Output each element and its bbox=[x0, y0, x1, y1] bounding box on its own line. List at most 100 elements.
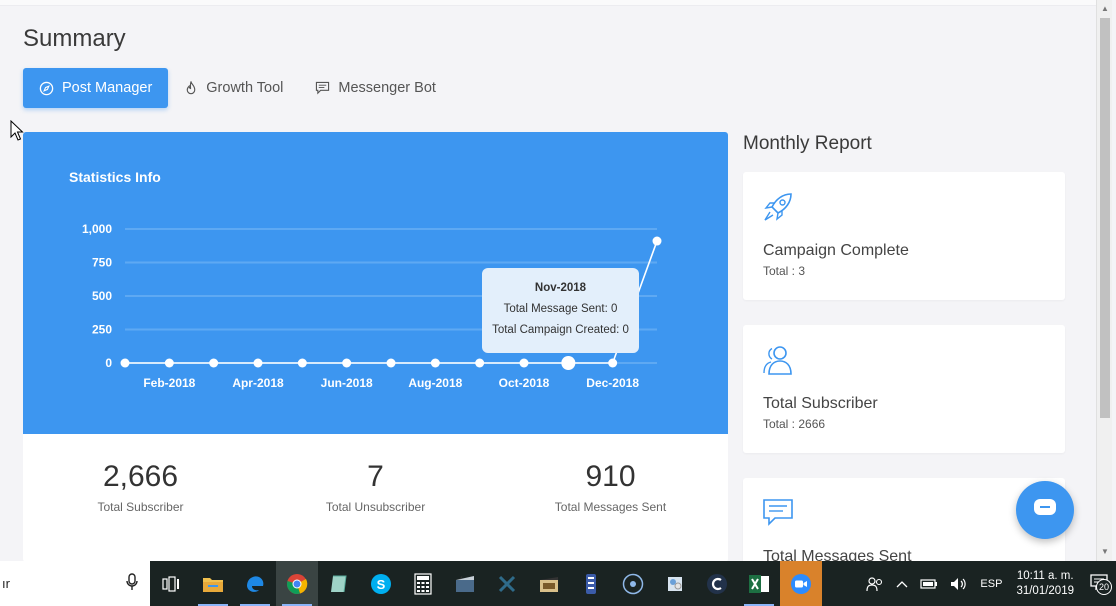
taskbar-apps: S bbox=[150, 561, 822, 606]
circle-app-icon[interactable] bbox=[612, 561, 654, 606]
total-value: 7 bbox=[367, 460, 384, 493]
campaign-complete-card[interactable]: Campaign Complete Total : 3 bbox=[743, 172, 1065, 300]
card-sub: Total : 2666 bbox=[763, 417, 826, 431]
language-indicator[interactable]: ESP bbox=[980, 578, 1002, 590]
total-subscriber-card[interactable]: Total Subscriber Total : 2666 bbox=[743, 325, 1065, 453]
data-point bbox=[297, 358, 307, 368]
total-subscriber: 2,666 Total Subscriber bbox=[23, 434, 258, 562]
battery-icon[interactable] bbox=[920, 578, 938, 590]
card-name: Total Subscriber bbox=[763, 395, 878, 412]
calculator-icon[interactable] bbox=[402, 561, 444, 606]
flame-icon bbox=[184, 80, 198, 96]
tab-bar: Post Manager Growth Tool Messenger Bot bbox=[23, 68, 452, 108]
data-point bbox=[120, 358, 130, 368]
file-explorer-icon[interactable] bbox=[192, 561, 234, 606]
tooltip-title: Nov-2018 bbox=[534, 282, 587, 294]
scroll-up-icon[interactable]: ▲ bbox=[1101, 4, 1109, 13]
volume-icon[interactable] bbox=[950, 577, 968, 591]
excel-icon[interactable] bbox=[738, 561, 780, 606]
edge-icon[interactable] bbox=[234, 561, 276, 606]
tab-messenger-bot[interactable]: Messenger Bot bbox=[299, 68, 452, 108]
search-text: ır bbox=[2, 576, 10, 591]
chat-button[interactable] bbox=[1016, 481, 1074, 539]
y-tick-label: 250 bbox=[92, 323, 112, 337]
data-point bbox=[430, 358, 440, 368]
tab-label: Post Manager bbox=[62, 80, 153, 96]
x-tick-label: Jun-2018 bbox=[321, 376, 373, 390]
scrollbar-thumb[interactable] bbox=[1100, 18, 1110, 418]
card-name: Campaign Complete bbox=[763, 242, 909, 259]
skype-icon[interactable]: S bbox=[360, 561, 402, 606]
totals-row: 2,666 Total Subscriber 7 Total Unsubscri… bbox=[23, 434, 728, 562]
tab-label: Growth Tool bbox=[206, 80, 284, 96]
film-icon[interactable] bbox=[528, 561, 570, 606]
total-value: 2,666 bbox=[102, 460, 179, 493]
tab-label: Messenger Bot bbox=[338, 80, 436, 96]
vertical-scrollbar[interactable]: ▲ ▼ bbox=[1096, 0, 1112, 561]
top-strip bbox=[0, 0, 1096, 6]
data-point bbox=[561, 356, 576, 370]
x-app-icon[interactable] bbox=[486, 561, 528, 606]
chat-icon bbox=[1032, 497, 1058, 524]
page-title: Summary bbox=[23, 25, 126, 52]
x-tick-label: Oct-2018 bbox=[499, 376, 550, 390]
zoom-icon[interactable] bbox=[780, 561, 822, 606]
data-point bbox=[209, 358, 219, 368]
rocket-icon bbox=[761, 190, 795, 229]
data-point bbox=[253, 358, 263, 368]
x-tick-label: Dec-2018 bbox=[586, 376, 639, 390]
compass-icon bbox=[39, 81, 54, 96]
taskbar-search[interactable]: ır bbox=[0, 561, 150, 606]
clock-date: 31/01/2019 bbox=[1016, 584, 1074, 597]
tab-growth-tool[interactable]: Growth Tool bbox=[168, 68, 299, 108]
windows-taskbar: ır S ESP 10:11 a. m. 31/01/2019 20 bbox=[0, 561, 1116, 606]
data-point bbox=[342, 358, 352, 368]
chrome-icon[interactable] bbox=[276, 561, 318, 606]
c-app-icon[interactable] bbox=[696, 561, 738, 606]
data-point bbox=[164, 358, 174, 368]
chart-area: Statistics Info 1,000 750 500 250 0 Feb-2018 A… bbox=[23, 132, 728, 434]
tooltip-line: Total Campaign Created: 0 bbox=[492, 324, 629, 336]
total-label: Total Messages Sent bbox=[554, 500, 667, 514]
app-icon[interactable] bbox=[570, 561, 612, 606]
task-view-icon[interactable] bbox=[150, 561, 192, 606]
message-icon bbox=[761, 496, 795, 535]
scroll-down-icon[interactable]: ▼ bbox=[1101, 547, 1109, 556]
data-point bbox=[608, 358, 618, 368]
paint-icon[interactable] bbox=[654, 561, 696, 606]
action-center-button[interactable]: 20 bbox=[1082, 574, 1116, 595]
clock[interactable]: 10:11 a. m. 31/01/2019 bbox=[1016, 569, 1074, 599]
notepad-icon[interactable] bbox=[318, 561, 360, 606]
y-tick-label: 750 bbox=[92, 256, 112, 270]
total-unsubscriber: 7 Total Unsubscriber bbox=[258, 434, 493, 562]
chart-tooltip: Nov-2018 Total Message Sent: 0 Total Cam… bbox=[482, 268, 639, 353]
system-tray: ESP 10:11 a. m. 31/01/2019 20 bbox=[860, 561, 1116, 606]
x-tick-label: Apr-2018 bbox=[232, 376, 284, 390]
message-icon bbox=[315, 81, 330, 95]
y-tick-label: 1,000 bbox=[82, 222, 112, 236]
clock-time: 10:11 a. m. bbox=[1016, 569, 1074, 582]
x-tick-label: Aug-2018 bbox=[408, 376, 462, 390]
people-icon[interactable] bbox=[866, 576, 884, 592]
svg-text:S: S bbox=[377, 577, 386, 592]
y-tick-label: 0 bbox=[105, 356, 112, 370]
total-messages-sent: 910 Total Messages Sent bbox=[493, 434, 728, 562]
data-point bbox=[386, 358, 396, 368]
tooltip-line: Total Message Sent: 0 bbox=[503, 303, 618, 315]
data-point bbox=[519, 358, 529, 368]
users-icon bbox=[761, 343, 795, 382]
monthly-report-title: Monthly Report bbox=[743, 133, 872, 154]
media-icon[interactable] bbox=[444, 561, 486, 606]
tab-post-manager[interactable]: Post Manager bbox=[23, 68, 169, 108]
chevron-up-icon[interactable] bbox=[896, 580, 908, 588]
statistics-card: Statistics Info 1,000 750 500 250 0 Feb-2018 A… bbox=[23, 132, 728, 562]
total-label: Total Unsubscriber bbox=[325, 500, 426, 514]
notification-count: 20 bbox=[1096, 579, 1112, 595]
card-sub: Total : 3 bbox=[763, 264, 806, 278]
y-tick-label: 500 bbox=[92, 289, 112, 303]
mouse-cursor-icon bbox=[10, 119, 24, 147]
data-point bbox=[475, 358, 485, 368]
total-value: 910 bbox=[585, 460, 636, 493]
microphone-icon[interactable] bbox=[126, 573, 138, 594]
x-tick-label: Feb-2018 bbox=[143, 376, 195, 390]
